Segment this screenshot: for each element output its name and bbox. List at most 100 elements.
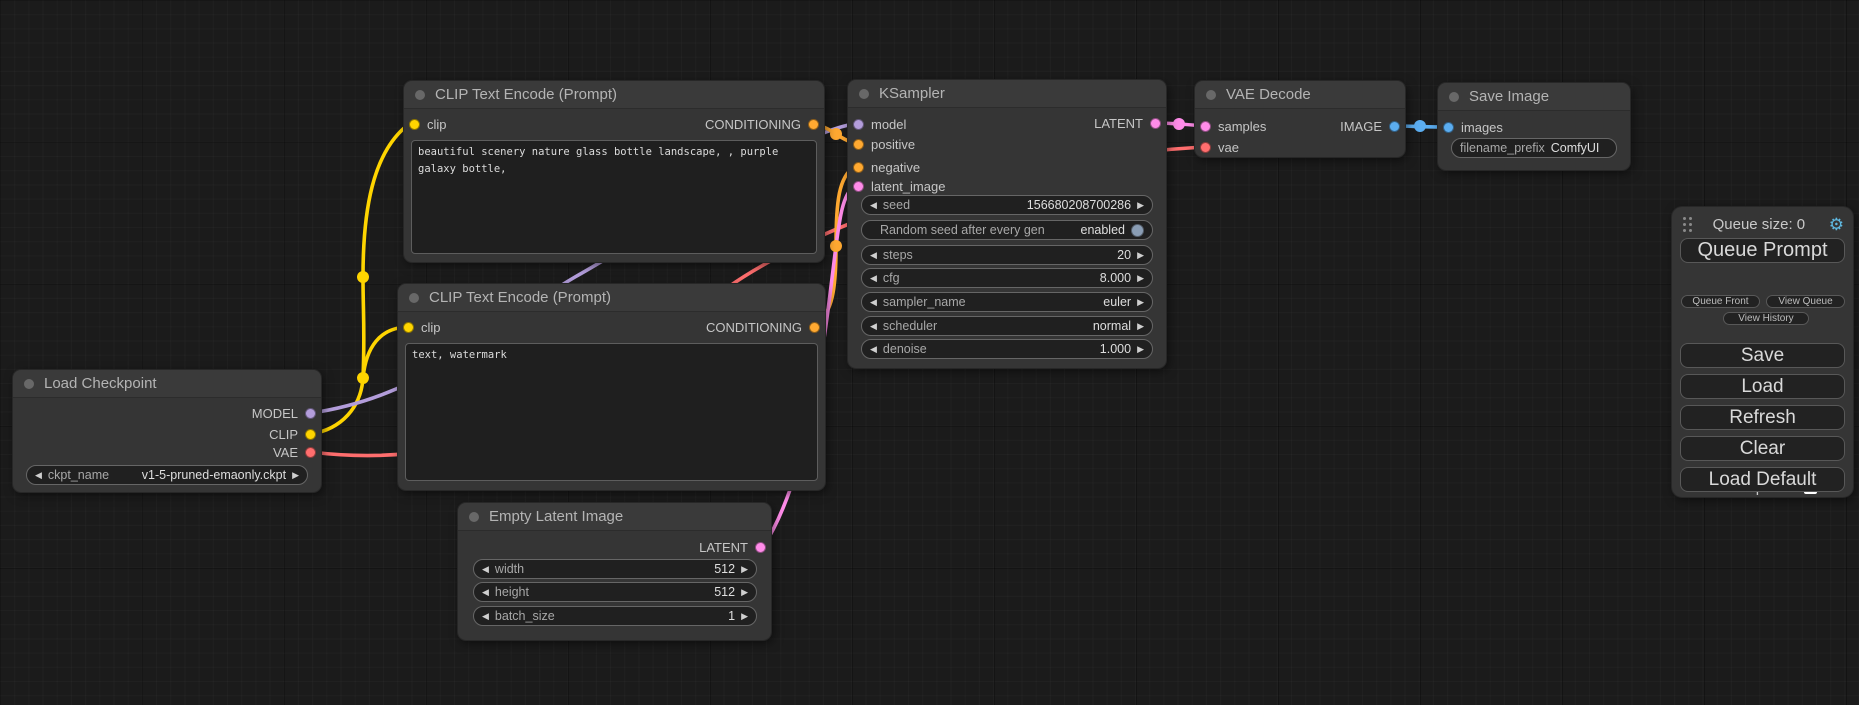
decrement-arrow-icon[interactable]: ◀ — [870, 251, 877, 260]
collapse-dot[interactable] — [1449, 92, 1459, 102]
reroute-dot-latent[interactable] — [1173, 118, 1185, 130]
positive-input-dot[interactable] — [853, 139, 864, 150]
input-slot-positive: positive — [853, 136, 915, 152]
output-slot-conditioning: CONDITIONING — [705, 116, 819, 132]
decrement-arrow-icon[interactable]: ◀ — [870, 322, 877, 331]
increment-arrow-icon[interactable]: ▶ — [1137, 322, 1144, 331]
node-clip-text-encode-negative[interactable]: CLIP Text Encode (Prompt) clip CONDITION… — [398, 284, 825, 490]
load-default-button[interactable]: Load Default — [1680, 467, 1845, 492]
decrement-arrow-icon[interactable]: ◀ — [482, 565, 489, 574]
collapse-dot[interactable] — [409, 293, 419, 303]
increment-arrow-icon[interactable]: ▶ — [292, 471, 299, 480]
increment-arrow-icon[interactable]: ▶ — [1137, 298, 1144, 307]
latent-output-dot[interactable] — [755, 542, 766, 553]
clear-button[interactable]: Clear — [1680, 436, 1845, 461]
steps-widget[interactable]: ◀ steps 20 ▶ — [861, 245, 1153, 265]
model-output-dot[interactable] — [305, 408, 316, 419]
negative-input-dot[interactable] — [853, 162, 864, 173]
gear-icon[interactable]: ⚙ — [1829, 216, 1844, 233]
drag-handle-icon[interactable] — [1683, 217, 1686, 220]
node-title-bar: Load Checkpoint — [13, 370, 321, 398]
node-save-image[interactable]: Save Image images filename_prefix ComfyU… — [1438, 83, 1630, 170]
increment-arrow-icon[interactable]: ▶ — [1137, 274, 1144, 283]
clip-input-dot[interactable] — [403, 322, 414, 333]
queue-prompt-button[interactable]: Queue Prompt — [1680, 238, 1845, 263]
input-slot-latent-image: latent_image — [853, 178, 945, 194]
random-seed-widget[interactable]: Random seed after every gen enabled — [861, 220, 1153, 240]
width-widget[interactable]: ◀ width 512 ▶ — [473, 559, 757, 579]
node-title-bar: CLIP Text Encode (Prompt) — [398, 284, 825, 312]
reroute-dot-positive[interactable] — [830, 128, 842, 140]
ckpt-name-widget[interactable]: ◀ ckpt_name v1-5-pruned-emaonly.ckpt ▶ — [26, 465, 308, 485]
node-title: Load Checkpoint — [44, 375, 157, 392]
conditioning-output-dot[interactable] — [808, 119, 819, 130]
collapse-dot[interactable] — [415, 90, 425, 100]
view-history-button[interactable]: View History — [1723, 312, 1809, 325]
increment-arrow-icon[interactable]: ▶ — [1137, 201, 1144, 210]
latent-image-input-dot[interactable] — [853, 181, 864, 192]
view-queue-button[interactable]: View Queue — [1766, 295, 1845, 308]
refresh-button[interactable]: Refresh — [1680, 405, 1845, 430]
reroute-dot-negative[interactable] — [830, 240, 842, 252]
latent-output-dot[interactable] — [1150, 118, 1161, 129]
node-clip-text-encode-positive[interactable]: CLIP Text Encode (Prompt) clip CONDITION… — [404, 81, 824, 262]
increment-arrow-icon[interactable]: ▶ — [741, 612, 748, 621]
denoise-widget[interactable]: ◀ denoise 1.000 ▶ — [861, 339, 1153, 359]
reroute-dot-clip-2[interactable] — [357, 372, 369, 384]
height-widget[interactable]: ◀ height 512 ▶ — [473, 582, 757, 602]
save-button[interactable]: Save — [1680, 343, 1845, 368]
queue-front-button[interactable]: Queue Front — [1681, 295, 1760, 308]
cfg-widget[interactable]: ◀ cfg 8.000 ▶ — [861, 268, 1153, 288]
samples-input-dot[interactable] — [1200, 121, 1211, 132]
negative-prompt-textarea[interactable]: text, watermark — [405, 343, 818, 481]
decrement-arrow-icon[interactable]: ◀ — [870, 345, 877, 354]
output-slot-conditioning: CONDITIONING — [706, 319, 820, 335]
decrement-arrow-icon[interactable]: ◀ — [870, 201, 877, 210]
collapse-dot[interactable] — [469, 512, 479, 522]
batch-size-widget[interactable]: ◀ batch_size 1 ▶ — [473, 606, 757, 626]
collapse-dot[interactable] — [24, 379, 34, 389]
filename-prefix-widget[interactable]: filename_prefix ComfyUI — [1451, 138, 1617, 158]
decrement-arrow-icon[interactable]: ◀ — [870, 274, 877, 283]
random-seed-toggle[interactable] — [1131, 224, 1144, 237]
increment-arrow-icon[interactable]: ▶ — [741, 588, 748, 597]
seed-widget[interactable]: ◀ seed 156680208700286 ▶ — [861, 195, 1153, 215]
load-button[interactable]: Load — [1680, 374, 1845, 399]
conditioning-output-dot[interactable] — [809, 322, 820, 333]
decrement-arrow-icon[interactable]: ◀ — [870, 298, 877, 307]
vae-input-dot[interactable] — [1200, 142, 1211, 153]
scheduler-widget[interactable]: ◀ scheduler normal ▶ — [861, 316, 1153, 336]
clip-input-dot[interactable] — [409, 119, 420, 130]
node-title-bar: CLIP Text Encode (Prompt) — [404, 81, 824, 109]
node-title: CLIP Text Encode (Prompt) — [435, 86, 617, 103]
output-slot-vae: VAE — [273, 444, 316, 460]
images-input-dot[interactable] — [1443, 122, 1454, 133]
node-title: Empty Latent Image — [489, 508, 623, 525]
vae-output-dot[interactable] — [305, 447, 316, 458]
increment-arrow-icon[interactable]: ▶ — [1137, 345, 1144, 354]
node-vae-decode[interactable]: VAE Decode samples vae IMAGE — [1195, 81, 1405, 157]
image-output-dot[interactable] — [1389, 121, 1400, 132]
input-slot-samples: samples — [1200, 118, 1266, 134]
model-input-dot[interactable] — [853, 119, 864, 130]
node-empty-latent-image[interactable]: Empty Latent Image LATENT ◀ width 512 ▶ … — [458, 503, 771, 640]
clip-output-dot[interactable] — [305, 429, 316, 440]
sampler-name-widget[interactable]: ◀ sampler_name euler ▶ — [861, 292, 1153, 312]
collapse-dot[interactable] — [1206, 90, 1216, 100]
reroute-dot-clip-1[interactable] — [357, 271, 369, 283]
node-title: Save Image — [1469, 88, 1549, 105]
decrement-arrow-icon[interactable]: ◀ — [35, 471, 42, 480]
increment-arrow-icon[interactable]: ▶ — [1137, 251, 1144, 260]
increment-arrow-icon[interactable]: ▶ — [741, 565, 748, 574]
node-ksampler[interactable]: KSampler model positive negative latent_… — [848, 80, 1166, 368]
queue-panel-header: Queue size: 0 ⚙ — [1672, 214, 1853, 234]
decrement-arrow-icon[interactable]: ◀ — [482, 588, 489, 597]
positive-prompt-textarea[interactable]: beautiful scenery nature glass bottle la… — [411, 140, 817, 254]
node-graph-canvas[interactable]: { "colors": { "model": "#B39DDB", "clip"… — [0, 0, 1859, 705]
node-load-checkpoint[interactable]: Load Checkpoint MODEL CLIP VAE ◀ ckpt_na… — [13, 370, 321, 492]
queue-panel: Queue size: 0 ⚙ Queue Prompt Extra optio… — [1672, 207, 1853, 497]
node-title-bar: VAE Decode — [1195, 81, 1405, 109]
reroute-dot-image[interactable] — [1414, 120, 1426, 132]
collapse-dot[interactable] — [859, 89, 869, 99]
decrement-arrow-icon[interactable]: ◀ — [482, 612, 489, 621]
